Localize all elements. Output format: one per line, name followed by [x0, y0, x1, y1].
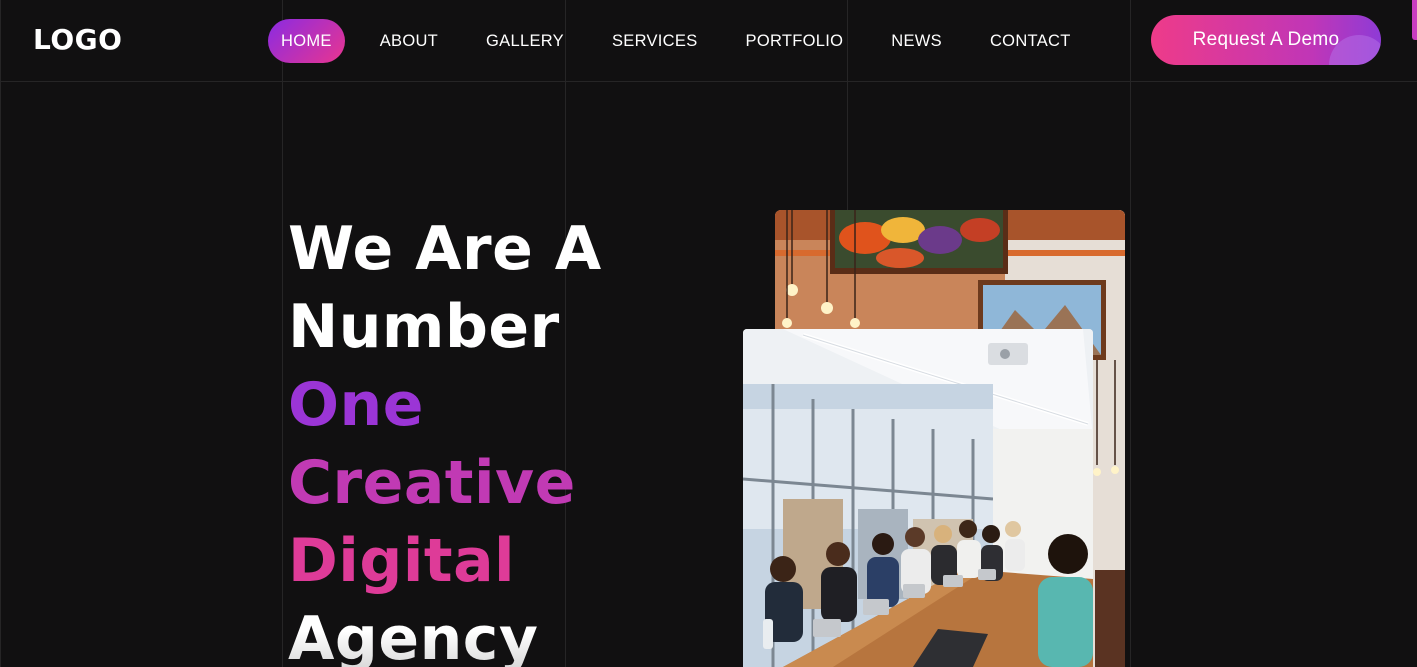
nav-item-portfolio[interactable]: PORTFOLIO	[746, 19, 844, 63]
hero-line: Agency	[288, 600, 602, 667]
edge-accent	[1412, 0, 1417, 40]
header-divider	[0, 81, 1417, 82]
team-meeting-photo	[743, 329, 1093, 667]
grid-line	[282, 0, 283, 667]
hero-line: Number	[288, 292, 560, 362]
request-demo-button[interactable]: Request A Demo	[1151, 15, 1381, 65]
nav-item-about[interactable]: ABOUT	[380, 19, 438, 63]
nav-item-services[interactable]: SERVICES	[612, 19, 698, 63]
grid-line	[0, 0, 1, 667]
nav-item-home[interactable]: HOME	[268, 19, 345, 63]
hero-line-highlight: Creative	[288, 448, 576, 518]
hero-headline: We Are A Number One Creative Digital Age…	[288, 210, 602, 667]
nav-item-gallery[interactable]: GALLERY	[486, 19, 564, 63]
hero-line-highlight: One	[288, 370, 424, 440]
request-demo-label: Request A Demo	[1192, 29, 1340, 50]
site-logo[interactable]: LOGO	[33, 24, 122, 56]
hero-line-highlight: Digital	[288, 526, 516, 596]
nav-item-contact[interactable]: CONTACT	[990, 19, 1071, 63]
grid-line	[1130, 0, 1131, 667]
hero-line: We Are A	[288, 214, 602, 284]
site-header: LOGO HOME ABOUT GALLERY SERVICES PORTFOL…	[0, 0, 1417, 81]
nav-item-news[interactable]: NEWS	[891, 19, 942, 63]
main-nav: HOME ABOUT GALLERY SERVICES PORTFOLIO NE…	[268, 19, 1071, 63]
landing-page: LOGO HOME ABOUT GALLERY SERVICES PORTFOL…	[0, 0, 1417, 667]
